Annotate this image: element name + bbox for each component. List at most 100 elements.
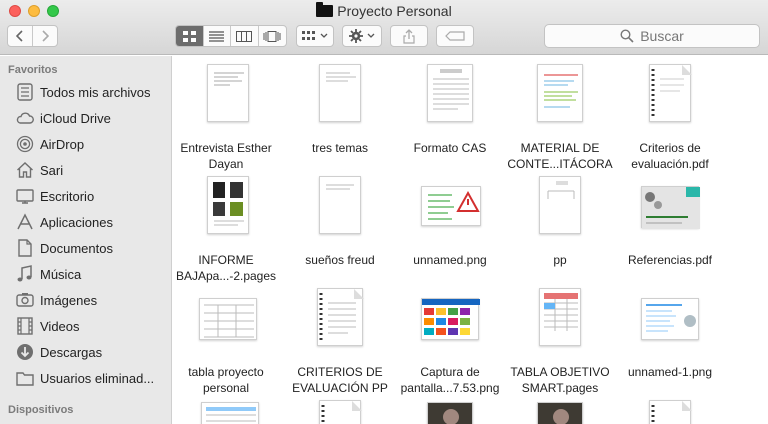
icon-view-button[interactable]	[176, 26, 204, 46]
screenshot-image-icon	[422, 299, 480, 335]
illustrated-document-icon	[213, 182, 244, 226]
file-item[interactable]: Formato CAS	[395, 62, 505, 174]
diagram-document-icon	[547, 181, 575, 199]
chevron-right-icon	[42, 30, 49, 42]
window-title: Proyecto Personal	[0, 2, 768, 20]
desktop-folder-icon	[16, 189, 34, 204]
tags-button[interactable]	[436, 25, 474, 47]
columns-icon	[236, 30, 253, 42]
file-label: TABLA OBJETIVO SMART.pages	[505, 364, 615, 396]
grid-icon	[182, 30, 196, 42]
colored-document-preview-icon	[544, 74, 578, 108]
file-name-line2: pantalla...7.53.png	[400, 381, 500, 395]
file-item[interactable]: unnamed-1.png	[615, 286, 725, 398]
share-icon	[403, 28, 415, 44]
sidebar-item-videos[interactable]: Videos	[16, 314, 170, 338]
file-item[interactable]: tres temas	[285, 62, 395, 174]
sidebar-item-sari[interactable]: Sari	[16, 158, 170, 182]
cover-flow-button[interactable]	[259, 26, 286, 46]
sidebar-item-documentos[interactable]: Documentos	[16, 236, 170, 260]
forward-button[interactable]	[33, 26, 57, 46]
home-icon	[17, 162, 33, 178]
table-preview-icon	[204, 304, 254, 338]
file-name-line2: personal	[202, 381, 250, 395]
list-view-button[interactable]	[204, 26, 231, 46]
view-mode-selector	[175, 25, 287, 47]
file-item[interactable]: unnamed.png	[395, 174, 505, 286]
music-icon	[17, 265, 32, 282]
file-item[interactable]: CRITERIOS DE EVALUACIÓN PP	[285, 286, 395, 398]
sidebar-item-escritorio[interactable]: Escritorio	[16, 184, 170, 208]
file-item[interactable]: MATERIAL DE CONTE...ITÁCORA	[505, 62, 615, 174]
file-label: tres temas	[285, 140, 395, 156]
table-document-icon	[544, 293, 578, 331]
file-name-line1: Entrevista Esther	[180, 141, 272, 155]
document-thumbnail	[539, 176, 581, 234]
arrange-menu-button[interactable]	[296, 25, 334, 47]
document-thumbnail	[207, 176, 249, 234]
file-name-line1: Formato CAS	[413, 141, 487, 155]
airdrop-icon	[16, 135, 34, 153]
chart-image-icon	[646, 304, 696, 332]
file-name-line2: evaluación.pdf	[631, 157, 709, 171]
share-button[interactable]	[390, 25, 428, 47]
file-name-line1: tres temas	[311, 141, 368, 155]
file-name-line1: sueños freud	[305, 253, 375, 267]
chevron-left-icon	[15, 30, 23, 42]
search-field[interactable]: Buscar	[544, 24, 760, 48]
file-name-line1: Captura de	[420, 365, 480, 379]
file-item[interactable]: Entrevista Esther Dayan	[173, 62, 281, 174]
sidebar-item-usuarios-eliminados[interactable]: Usuarios eliminad...	[16, 366, 170, 390]
file-name-line1: MATERIAL DE	[520, 141, 600, 155]
sidebar-item-label: Sari	[40, 162, 64, 178]
spiral-pdf-icon	[321, 401, 362, 424]
file-name-line1: unnamed.png	[413, 253, 487, 267]
file-label: INFORME BAJApa...-2.pages	[173, 252, 281, 284]
sidebar-item-aplicaciones[interactable]: Aplicaciones	[16, 210, 170, 234]
sidebar-item-icloud-drive[interactable]: iCloud Drive	[16, 106, 170, 130]
favorites-header: Favoritos	[8, 64, 58, 76]
video-thumbnail[interactable]	[427, 402, 473, 424]
file-item[interactable]: INFORME BAJApa...-2.pages	[173, 174, 281, 286]
cloud-icon	[16, 112, 34, 124]
video-thumbnail[interactable]	[537, 402, 583, 424]
tag-icon	[445, 31, 465, 41]
pdf-thumbnail[interactable]	[649, 400, 692, 424]
file-name-line2: SMART.pages	[521, 381, 599, 395]
back-button[interactable]	[8, 26, 33, 46]
sidebar-item-label: Videos	[40, 318, 80, 334]
document-thumbnail	[319, 176, 361, 234]
spiral-pdf-icon	[319, 289, 364, 343]
file-item[interactable]: Captura de pantalla...7.53.png	[395, 286, 505, 398]
sidebar: Favoritos Todos mis archivos iCloud Driv…	[0, 56, 172, 424]
file-label: MATERIAL DE CONTE...ITÁCORA	[505, 140, 615, 172]
file-item[interactable]: Criterios de evaluación.pdf	[615, 62, 725, 174]
sidebar-item-musica[interactable]: Música	[16, 262, 170, 286]
document-thumbnail	[427, 64, 473, 122]
sidebar-item-airdrop[interactable]: AirDrop	[16, 132, 170, 156]
sidebar-item-imagenes[interactable]: Imágenes	[16, 288, 170, 312]
file-name-line1: CRITERIOS DE	[297, 365, 383, 379]
sidebar-item-todos-mis-archivos[interactable]: Todos mis archivos	[16, 80, 170, 104]
column-view-button[interactable]	[231, 26, 259, 46]
chevron-down-icon	[367, 33, 375, 38]
finder-window: Proyecto Personal Buscar Favoritos Todos…	[0, 0, 768, 424]
action-menu-button[interactable]	[342, 25, 382, 47]
file-label: unnamed-1.png	[615, 364, 725, 380]
spiral-pdf-icon	[651, 65, 692, 119]
file-item[interactable]: pp	[505, 174, 615, 286]
file-item[interactable]: sueños freud	[285, 174, 395, 286]
document-thumbnail	[537, 64, 583, 122]
file-name-line2: EVALUACIÓN PP	[292, 381, 388, 395]
sidebar-item-label: Usuarios eliminad...	[40, 370, 155, 386]
file-item[interactable]: tabla proyecto personal	[173, 286, 281, 398]
file-item[interactable]: Referencias.pdf	[615, 174, 725, 286]
pdf-thumbnail[interactable]	[319, 400, 362, 424]
folder-icon	[16, 372, 34, 386]
file-item[interactable]: TABLA OBJETIVO SMART.pages	[505, 286, 615, 398]
sidebar-item-descargas[interactable]: Descargas	[16, 340, 170, 364]
file-grid: Entrevista Esther Dayan tres temas Format…	[173, 56, 768, 424]
file-label: CRITERIOS DE EVALUACIÓN PP	[285, 364, 395, 396]
download-icon	[17, 344, 33, 360]
table-thumbnail[interactable]	[201, 402, 259, 424]
